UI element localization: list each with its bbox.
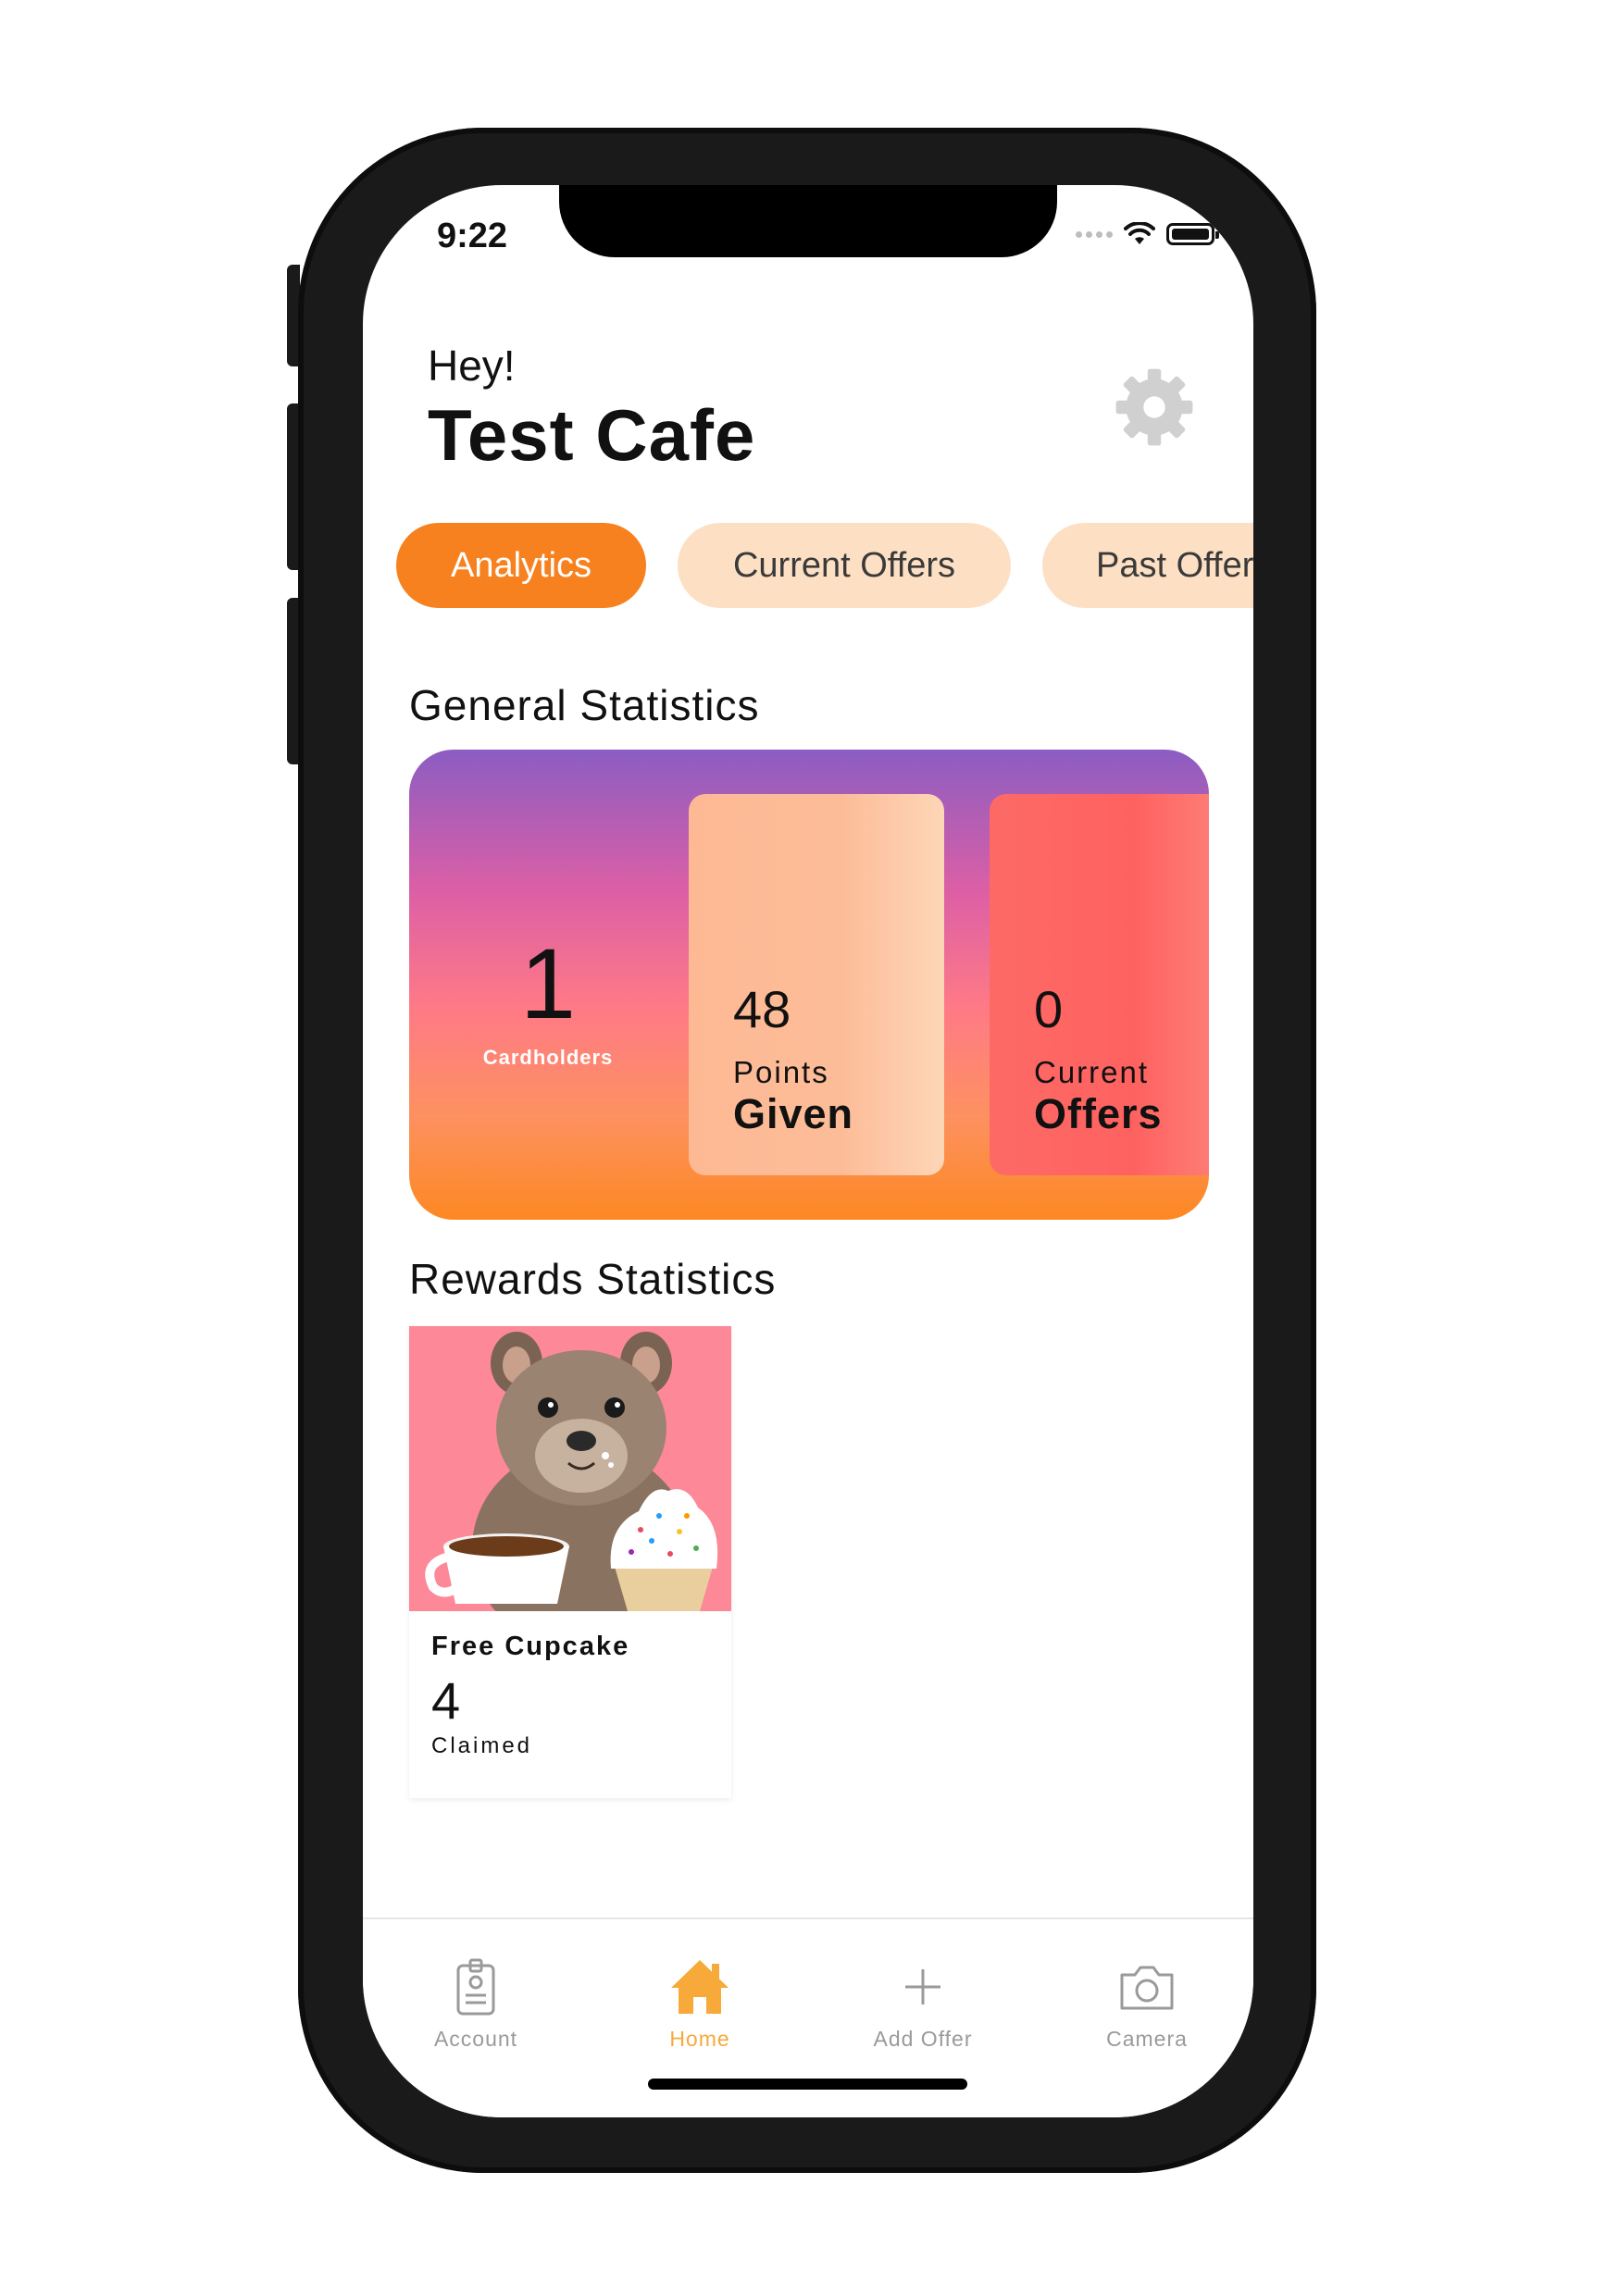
notch xyxy=(559,185,1057,257)
stage: 9:22 Hey! Test Cafe Analytics Current Of… xyxy=(0,0,1619,2296)
quokka-illustration xyxy=(425,1332,718,1611)
nav-label: Add Offer xyxy=(873,2027,973,2051)
offers-label-line1: Current xyxy=(1034,1055,1150,1089)
app-screen: 9:22 Hey! Test Cafe Analytics Current Of… xyxy=(363,185,1253,2117)
reward-card[interactable]: Free Cupcake 4 Claimed xyxy=(409,1326,731,1798)
nav-camera[interactable]: Camera xyxy=(1054,1955,1239,2052)
signal-icon xyxy=(1076,230,1113,238)
gear-icon[interactable] xyxy=(1113,366,1196,449)
offers-value: 0 xyxy=(1034,980,1064,1038)
tab-past-offers[interactable]: Past Offers xyxy=(1042,523,1253,608)
nav-label: Camera xyxy=(1106,2027,1188,2051)
tab-bar: Analytics Current Offers Past Offers xyxy=(396,523,1253,608)
reward-count-label: Claimed xyxy=(431,1733,533,1758)
nav-add-offer[interactable]: Add Offer xyxy=(830,1955,1015,2052)
greeting: Hey! xyxy=(428,341,516,390)
wifi-icon xyxy=(1124,222,1155,244)
home-indicator[interactable] xyxy=(648,2079,967,2090)
cardholders-count: 1 xyxy=(519,927,577,1039)
nav-label: Account xyxy=(433,2027,518,2051)
points-value: 48 xyxy=(733,980,791,1038)
tab-label: Past Offers xyxy=(1096,545,1253,585)
reward-image xyxy=(409,1326,731,1611)
section-title-general: General Statistics xyxy=(409,681,760,729)
points-label-line2: Given xyxy=(733,1090,854,1137)
offers-label-line2: Offers xyxy=(1034,1090,1163,1137)
cardholders-label: Cardholders xyxy=(482,1046,614,1069)
current-offers-box[interactable]: 0 Current Offers xyxy=(990,794,1209,1175)
points-given-box[interactable]: 48 Points Given xyxy=(689,794,944,1175)
home-icon xyxy=(671,1960,729,2014)
tab-current-offers[interactable]: Current Offers xyxy=(678,523,1011,608)
nav-home[interactable]: Home xyxy=(607,1955,792,2052)
camera-icon xyxy=(1120,1966,1174,2010)
tab-label: Analytics xyxy=(450,545,592,585)
section-title-rewards: Rewards Statistics xyxy=(409,1255,777,1303)
status-icons xyxy=(1076,222,1219,246)
general-statistics-card: 1 Cardholders 48 Points Given 0 Current … xyxy=(409,750,1209,1220)
reward-count: 4 xyxy=(431,1671,461,1730)
tab-analytics[interactable]: Analytics xyxy=(396,523,646,608)
id-badge-icon xyxy=(456,1958,495,2016)
plus-icon xyxy=(905,1969,940,2004)
page-title: Test Cafe xyxy=(428,394,756,476)
battery-icon xyxy=(1166,223,1219,245)
points-label-line1: Points xyxy=(733,1055,829,1089)
nav-account[interactable]: Account xyxy=(383,1955,568,2052)
tab-label: Current Offers xyxy=(732,545,956,585)
status-time: 9:22 xyxy=(437,217,508,255)
nav-label: Home xyxy=(669,2027,730,2051)
reward-name: Free Cupcake xyxy=(431,1632,630,1661)
